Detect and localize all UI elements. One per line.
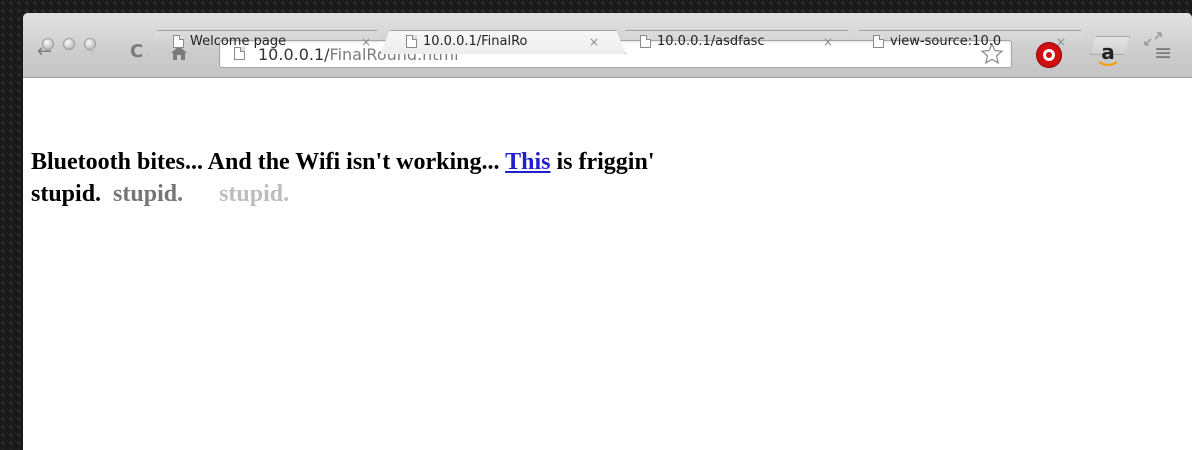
tab-title: 10.0.0.1/asdfasc [657,34,765,49]
tab-welcome[interactable]: Welcome page × [173,30,373,53]
title-bar: Welcome page × 10.0.0.1/FinalRo × 10.0.0… [23,13,1192,78]
amazon-smile-icon [1098,61,1118,66]
tab-close-icon[interactable]: × [589,35,599,49]
friggin-text: is friggin' [556,149,655,175]
tab-viewsource[interactable]: view-source:10.0 × [873,30,1073,53]
intro-text: Bluetooth bites... And the Wifi isn't wo… [31,149,500,175]
back-icon[interactable]: ← [37,42,52,62]
tab-close-icon[interactable]: × [361,35,371,49]
tab-strip: Welcome page × 10.0.0.1/FinalRo × 10.0.0… [23,13,1192,53]
tab-title: 10.0.0.1/FinalRo [423,34,528,49]
tab-asdf[interactable]: 10.0.0.1/asdfasc × [640,30,840,53]
browser-window: Welcome page × 10.0.0.1/FinalRo × 10.0.0… [23,13,1192,450]
page-icon [406,35,417,48]
reload-icon[interactable]: C [130,42,143,62]
page-content: Bluetooth bites... And the Wifi isn't wo… [31,146,1162,210]
this-link[interactable]: This [505,149,550,175]
amazon-extension-icon[interactable]: a [1097,41,1119,69]
tab-close-icon[interactable]: × [1056,35,1066,49]
tab-title: Welcome page [190,34,287,49]
stupid-word-black: stupid. [31,181,102,207]
tab-title: view-source:10.0 [890,34,1002,49]
tab-close-icon[interactable]: × [823,35,833,49]
stupid-word-gray: stupid. [113,181,184,207]
tab-finalround[interactable]: 10.0.0.1/FinalRo × [406,30,606,53]
forward-icon[interactable]: → [81,42,96,62]
page-icon [873,35,884,48]
stupid-word-light: stupid. [219,181,290,207]
page-icon [640,35,651,48]
page-icon [173,35,184,48]
menu-icon[interactable]: ≡ [1154,41,1172,66]
